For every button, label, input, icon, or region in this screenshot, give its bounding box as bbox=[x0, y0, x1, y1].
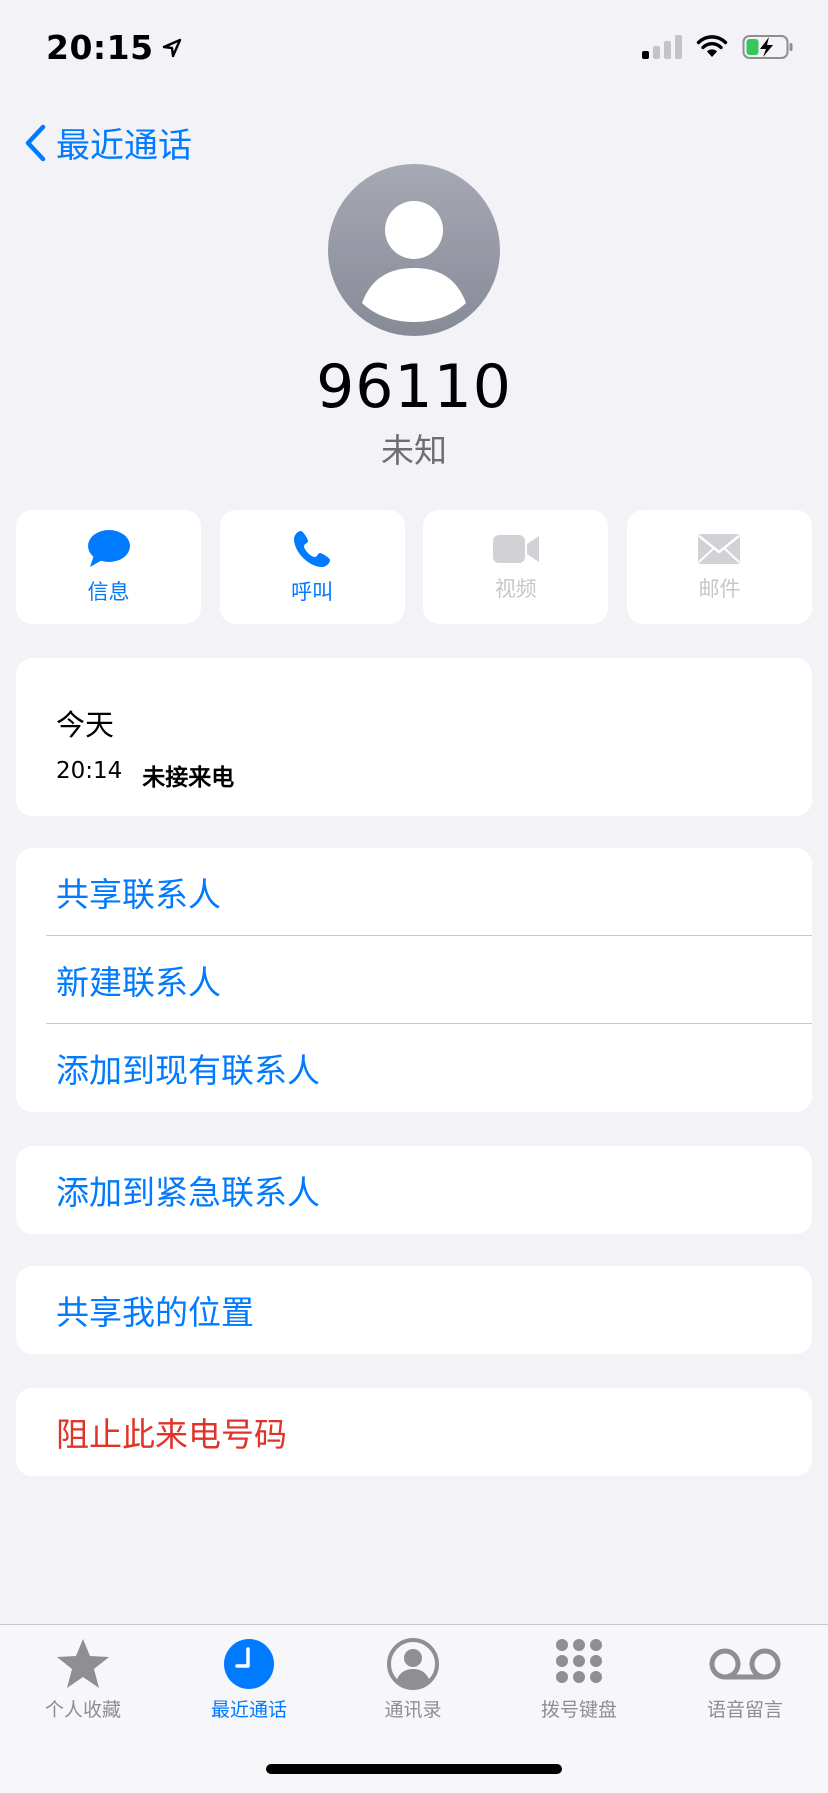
call-history-card: 今天 20:14 未接来电 bbox=[16, 658, 812, 816]
tab-favorites-label: 个人收藏 bbox=[44, 1699, 121, 1721]
voicemail-icon bbox=[709, 1648, 781, 1680]
tab-keypad[interactable]: 拨号键盘 bbox=[509, 1637, 649, 1722]
mail-icon bbox=[698, 534, 741, 564]
tab-contacts-label: 通讯录 bbox=[384, 1699, 442, 1721]
block-caller-group: 阻止此来电号码 bbox=[16, 1388, 812, 1476]
tab-recents[interactable]: 最近通话 bbox=[179, 1637, 319, 1722]
block-caller-button[interactable]: 阻止此来电号码 bbox=[16, 1388, 812, 1476]
video-button-label: 视频 bbox=[494, 577, 537, 601]
person-circle-icon bbox=[387, 1638, 439, 1690]
cellular-signal-icon bbox=[642, 35, 682, 59]
contact-actions-group: 共享联系人 新建联系人 添加到现有联系人 bbox=[16, 848, 812, 1112]
call-button-label: 呼叫 bbox=[291, 580, 334, 604]
tab-keypad-label: 拨号键盘 bbox=[540, 1699, 617, 1721]
mail-button-label: 邮件 bbox=[698, 577, 741, 601]
clock-icon bbox=[224, 1639, 274, 1689]
quick-actions: 信息 呼叫 视频 邮件 bbox=[16, 510, 812, 624]
home-indicator bbox=[266, 1764, 562, 1774]
back-button-label: 最近通话 bbox=[56, 126, 192, 166]
star-icon bbox=[57, 1639, 109, 1688]
message-button-label: 信息 bbox=[87, 580, 130, 604]
status-time: 20:15 bbox=[46, 28, 182, 67]
tab-voicemail[interactable]: 语音留言 bbox=[675, 1637, 815, 1722]
phone-icon bbox=[294, 531, 331, 567]
contact-avatar bbox=[328, 164, 500, 336]
add-emergency-contact-button[interactable]: 添加到紧急联系人 bbox=[16, 1146, 812, 1234]
chevron-left-icon bbox=[25, 124, 46, 161]
call-history-entry: 20:14 未接来电 bbox=[56, 758, 234, 792]
wifi-icon bbox=[696, 35, 728, 57]
status-indicators bbox=[642, 34, 794, 60]
contact-subtitle: 未知 bbox=[381, 431, 447, 470]
video-icon bbox=[492, 535, 539, 563]
tab-contacts[interactable]: 通讯录 bbox=[343, 1637, 483, 1722]
tab-recents-label: 最近通话 bbox=[210, 1699, 287, 1721]
keypad-icon bbox=[556, 1639, 602, 1683]
message-button[interactable]: 信息 bbox=[16, 510, 201, 624]
battery-charging-icon bbox=[742, 35, 793, 59]
back-button[interactable]: 最近通话 bbox=[24, 118, 192, 167]
call-history-day: 今天 bbox=[56, 708, 115, 742]
call-time: 20:14 bbox=[56, 758, 123, 784]
tab-voicemail-label: 语音留言 bbox=[706, 1699, 783, 1721]
video-button[interactable]: 视频 bbox=[423, 510, 609, 624]
person-silhouette-icon bbox=[362, 201, 466, 322]
tab-favorites[interactable]: 个人收藏 bbox=[13, 1637, 153, 1722]
contact-number: 96110 bbox=[316, 352, 512, 422]
mail-button[interactable]: 邮件 bbox=[626, 510, 812, 624]
add-to-existing-contact-button[interactable]: 添加到现有联系人 bbox=[16, 1024, 812, 1112]
call-button[interactable]: 呼叫 bbox=[219, 510, 405, 624]
share-location-button[interactable]: 共享我的位置 bbox=[16, 1266, 812, 1354]
location-arrow-icon bbox=[162, 38, 181, 57]
emergency-contact-group: 添加到紧急联系人 bbox=[16, 1146, 812, 1234]
share-location-group: 共享我的位置 bbox=[16, 1266, 812, 1354]
message-icon bbox=[87, 530, 130, 567]
call-status: 未接来电 bbox=[142, 765, 235, 791]
new-contact-button[interactable]: 新建联系人 bbox=[16, 936, 812, 1024]
share-contact-button[interactable]: 共享联系人 bbox=[16, 848, 812, 936]
